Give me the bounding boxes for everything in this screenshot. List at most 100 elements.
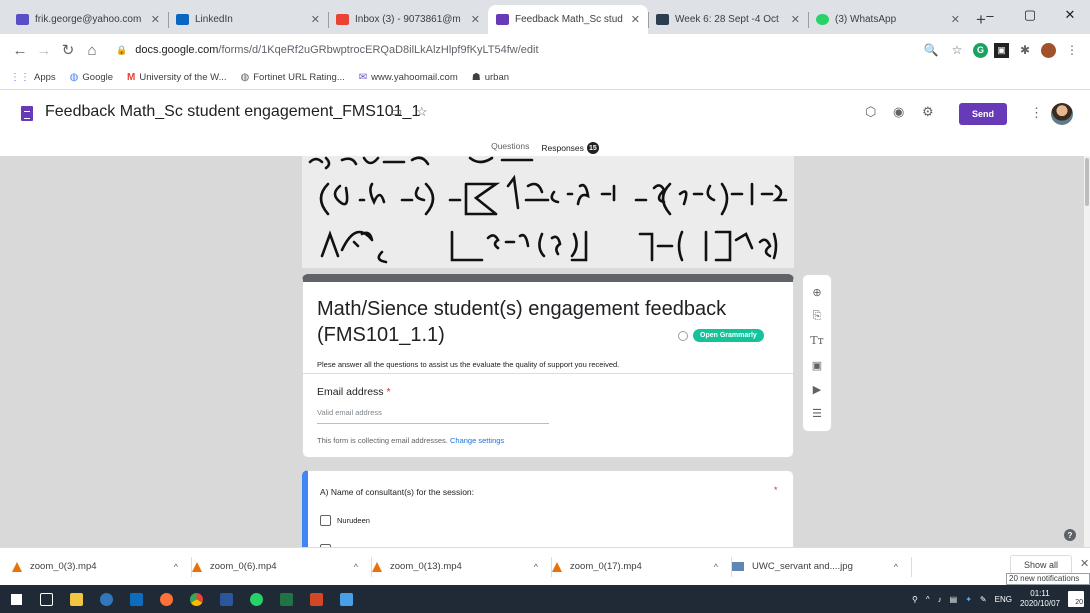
- grammarly-extension-icon[interactable]: G: [973, 42, 988, 58]
- dropbox-icon[interactable]: ✦: [965, 595, 972, 604]
- star-icon[interactable]: ☆: [416, 104, 428, 120]
- fortinet-icon: ◍: [240, 72, 250, 83]
- settings-gear-icon[interactable]: ⚙: [922, 104, 934, 120]
- download-item[interactable]: zoom_0(3).mp4 ^: [12, 548, 192, 585]
- language-indicator[interactable]: ENG: [995, 595, 1012, 604]
- close-tab-icon[interactable]: ✕: [951, 13, 960, 26]
- add-video-icon[interactable]: ▶: [809, 381, 825, 397]
- edge-icon[interactable]: [92, 585, 120, 613]
- minimize-icon[interactable]: –: [970, 0, 1010, 30]
- download-item[interactable]: zoom_0(17).mp4 ^: [552, 548, 732, 585]
- change-settings-link[interactable]: Change settings: [450, 436, 504, 445]
- bookmark-star-icon[interactable]: ☆: [947, 40, 967, 60]
- close-download-shelf-icon[interactable]: ✕: [1080, 557, 1089, 570]
- powerpoint-icon[interactable]: [302, 585, 330, 613]
- tab-gmail-inbox[interactable]: Inbox (3) - 9073861@m ✕: [328, 5, 488, 34]
- add-question-icon[interactable]: ⊕: [809, 284, 825, 300]
- tab-responses[interactable]: Responses 15: [541, 141, 599, 155]
- browser-menu-icon[interactable]: ⋮: [1062, 40, 1082, 60]
- download-item[interactable]: zoom_0(6).mp4 ^: [192, 548, 372, 585]
- download-item[interactable]: UWC_servant and....jpg ^: [732, 548, 912, 585]
- close-window-icon[interactable]: ✕: [1050, 0, 1090, 30]
- windows-start-icon[interactable]: [2, 585, 30, 613]
- bookmark-university[interactable]: M University of the W...: [127, 72, 226, 83]
- forward-arrow-icon[interactable]: →: [32, 38, 56, 62]
- tab-questions[interactable]: Questions: [491, 141, 529, 155]
- tab-whatsapp[interactable]: (3) WhatsApp ✕: [808, 5, 968, 34]
- tab-yahoo-mail[interactable]: frik.george@yahoo.com ✕: [8, 5, 168, 34]
- close-tab-icon[interactable]: ✕: [631, 13, 640, 26]
- system-clock[interactable]: 01:11 2020/10/07: [1020, 589, 1060, 609]
- chevron-up-icon[interactable]: ^: [534, 562, 538, 572]
- firefox-icon[interactable]: [152, 585, 180, 613]
- google-forms-logo-icon[interactable]: [21, 106, 33, 121]
- show-hidden-icons-chevron-icon[interactable]: ^: [926, 595, 930, 604]
- tab-google-forms[interactable]: Feedback Math_Sc stud ✕: [488, 5, 648, 34]
- task-view-icon[interactable]: [32, 585, 60, 613]
- extensions-puzzle-icon[interactable]: ✱: [1015, 40, 1035, 60]
- email-field[interactable]: Valid email address: [317, 408, 549, 424]
- preview-eye-icon[interactable]: ◉: [893, 104, 904, 120]
- bookmark-apps[interactable]: ⋮⋮ Apps: [10, 72, 56, 83]
- bookmark-fortinet[interactable]: ◍ Fortinet URL Rating...: [241, 72, 345, 83]
- zoom-search-icon[interactable]: 🔍: [921, 40, 941, 60]
- address-bar[interactable]: 🔒 docs.google.com/forms/d/1KqeRf2uGRbwpt…: [112, 38, 913, 62]
- chevron-up-icon[interactable]: ^: [894, 562, 898, 572]
- action-center-notification-icon[interactable]: 20: [1068, 591, 1084, 607]
- add-section-icon[interactable]: ☰: [809, 406, 825, 422]
- account-avatar[interactable]: [1051, 103, 1073, 125]
- bookmark-google[interactable]: ◍ Google: [70, 72, 113, 83]
- photos-icon[interactable]: [332, 585, 360, 613]
- tab-week-6[interactable]: Week 6: 28 Sept -4 Oct ✕: [648, 5, 808, 34]
- close-tab-icon[interactable]: ✕: [791, 13, 800, 26]
- tab-linkedin[interactable]: LinkedIn ✕: [168, 5, 328, 34]
- chevron-up-icon[interactable]: ^: [174, 562, 178, 572]
- maximize-icon[interactable]: ▢: [1010, 0, 1050, 30]
- excel-icon[interactable]: [272, 585, 300, 613]
- form-description[interactable]: Plese answer all the questions to assist…: [317, 360, 619, 369]
- question-text[interactable]: A) Name of consultant(s) for the session…: [320, 487, 781, 497]
- close-tab-icon[interactable]: ✕: [311, 13, 320, 26]
- network-icon[interactable]: ▤: [950, 595, 958, 604]
- checkbox[interactable]: [320, 515, 331, 526]
- whatsapp-icon[interactable]: [242, 585, 270, 613]
- chevron-up-icon[interactable]: ^: [714, 562, 718, 572]
- send-button[interactable]: Send: [959, 103, 1007, 125]
- file-explorer-icon[interactable]: [62, 585, 90, 613]
- chrome-icon[interactable]: [182, 585, 210, 613]
- grammarly-widget[interactable]: Open Grammarly: [678, 329, 764, 342]
- pen-icon[interactable]: ✎: [980, 595, 987, 604]
- question-card[interactable]: A) Name of consultant(s) for the session…: [302, 470, 794, 547]
- notification-toast[interactable]: 20 new notifications: [1006, 573, 1090, 585]
- customize-theme-icon[interactable]: ⬡: [865, 104, 876, 120]
- help-icon[interactable]: ?: [1064, 529, 1076, 541]
- close-tab-icon[interactable]: ✕: [471, 13, 480, 26]
- show-all-downloads-button[interactable]: Show all: [1010, 555, 1072, 575]
- download-item[interactable]: zoom_0(13).mp4 ^: [372, 548, 552, 585]
- move-to-folder-icon[interactable]: ▭: [390, 104, 402, 120]
- bookmark-yahoomail[interactable]: ✉ www.yahoomail.com: [359, 72, 458, 83]
- reload-icon[interactable]: ↻: [56, 38, 80, 62]
- open-grammarly-button[interactable]: Open Grammarly: [693, 329, 764, 342]
- page-scrollbar[interactable]: [1084, 156, 1090, 547]
- bookmark-urban[interactable]: ☗ urban: [472, 72, 509, 83]
- download-filename: UWC_servant and....jpg: [752, 561, 853, 572]
- urban-icon: ☗: [471, 72, 481, 83]
- home-icon[interactable]: ⌂: [80, 38, 104, 62]
- form-title-card[interactable]: Math/Sience student(s) engagement feedba…: [302, 274, 794, 458]
- profile-avatar-icon[interactable]: [1041, 42, 1056, 58]
- form-document-title[interactable]: Feedback Math_Sc student engagement_FMS1…: [45, 103, 420, 121]
- pdf-extension-icon[interactable]: ▣: [994, 42, 1009, 58]
- back-arrow-icon[interactable]: ←: [8, 38, 32, 62]
- chevron-up-icon[interactable]: ^: [354, 562, 358, 572]
- import-questions-icon[interactable]: ⎘: [809, 308, 825, 324]
- add-image-icon[interactable]: ▣: [809, 357, 825, 373]
- people-icon[interactable]: ⚲: [912, 595, 918, 604]
- outlook-icon[interactable]: [122, 585, 150, 613]
- checkbox-option[interactable]: Nurudeen: [320, 515, 370, 526]
- more-options-icon[interactable]: ⋮: [1030, 105, 1043, 121]
- word-icon[interactable]: [212, 585, 240, 613]
- add-title-icon[interactable]: Tт: [809, 333, 825, 349]
- close-tab-icon[interactable]: ✕: [151, 13, 160, 26]
- volume-icon[interactable]: ♪: [938, 595, 942, 604]
